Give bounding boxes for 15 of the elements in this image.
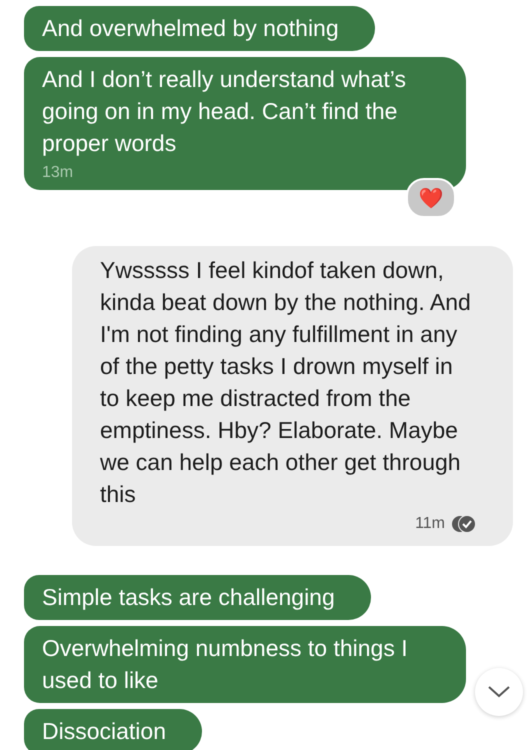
message-text: Ywsssss I feel kindof taken down, kinda beat down by the nothing. And I'm not finding any fulfillment in any of the petty tasks I drown myself in to keep me distracted from the emptiness. Hby? Elaborate. Maybe we can help each other get through this xyxy=(100,256,472,509)
message-bubble[interactable]: Dissociation xyxy=(24,709,202,750)
message-text: And overwhelmed by nothing xyxy=(42,14,339,43)
message-text: Overwhelming numbness to things I used to like xyxy=(42,634,409,695)
message-time: 13m xyxy=(42,163,74,183)
message-bubble[interactable]: Simple tasks are challenging xyxy=(24,575,371,620)
message-text: Dissociation xyxy=(42,717,166,746)
message-bubble[interactable] xyxy=(72,246,513,546)
chevron-down-icon xyxy=(487,685,511,699)
message-time: 11m xyxy=(415,514,445,534)
message-bubble[interactable]: And overwhelmed by nothing xyxy=(24,6,375,51)
message-text: Simple tasks are challenging xyxy=(42,583,335,612)
message-bubble[interactable]: Overwhelming numbness to things I used to like xyxy=(24,626,466,703)
scroll-down-button[interactable] xyxy=(475,668,523,716)
message-text: And I don’t really understand what’s going on in my head. Can’t find the proper words xyxy=(42,65,407,158)
